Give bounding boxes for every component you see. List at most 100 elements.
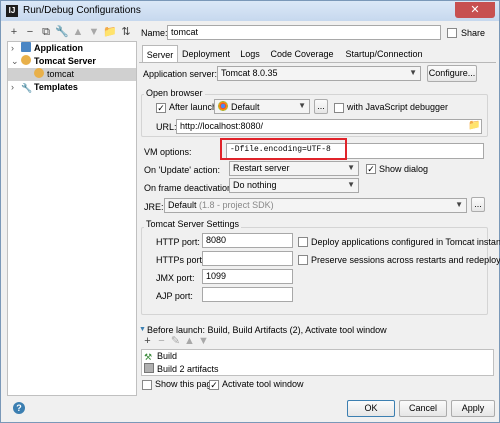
show-dialog-label: Show dialog [379,164,429,174]
tree-item-label: Application [34,43,83,53]
app-server-select[interactable]: Tomcat 8.0.35 ▼ [217,66,421,81]
preserve-sessions-label: Preserve sessions across restarts and re… [311,255,500,265]
jmx-port-label: JMX port: [156,273,195,283]
chevron-right-icon[interactable]: › [11,81,21,94]
apply-button[interactable]: Apply [451,400,495,417]
copy-config-button[interactable]: ⧉ [39,25,53,39]
tree-item-label: tomcat [47,69,75,79]
chevron-down-icon: ▼ [347,163,355,172]
url-input[interactable]: http://localhost:8080/ [176,119,482,134]
tomcat-settings-title: Tomcat Server Settings [144,219,242,229]
list-item-label: Build 2 artifacts [157,364,219,374]
show-page-checkbox[interactable] [142,380,152,390]
config-toolbar: + − ⧉ 🔧 ▲ ▼ 📁 ⇅ [7,25,133,39]
open-browser-title: Open browser [144,88,205,98]
after-launch-label: After launch [169,102,218,112]
tree-item-tomcat[interactable]: tomcat [8,68,136,81]
tomcat-icon [21,55,31,65]
chevron-down-icon[interactable]: ⌄ [11,55,21,68]
wrench-icon: 🔧 [21,83,33,93]
after-launch-checkbox[interactable]: ✓ [156,103,166,113]
triangle-down-icon[interactable]: ▼ [139,326,146,333]
chrome-icon [218,101,228,111]
jre-more-button[interactable]: ... [471,197,485,212]
move-down-button[interactable]: ▼ [87,25,101,39]
update-action-select[interactable]: Restart server ▼ [229,161,359,176]
https-port-input[interactable] [202,251,293,266]
window-title: Run/Debug Configurations [23,5,141,16]
list-item-build-artifacts[interactable]: Build 2 artifacts [144,363,219,374]
tab-logs[interactable]: Logs [236,45,264,63]
update-action-value: Restart server [233,163,290,173]
tree-item-templates[interactable]: › 🔧 Templates [11,81,78,94]
frame-deactivation-label: On frame deactivation: [144,183,235,193]
tree-item-label: Tomcat Server [34,56,96,66]
app-server-value: Tomcat 8.0.35 [221,68,278,78]
jre-value: Default [168,200,197,210]
move-task-down-button[interactable]: ▼ [198,336,209,347]
edit-task-button[interactable]: ✎ [170,336,181,347]
list-item-label: Build [157,351,178,361]
app-server-label: Application server: [143,69,218,79]
tab-code-coverage[interactable]: Code Coverage [269,45,335,63]
cancel-button[interactable]: Cancel [399,400,447,417]
remove-config-button[interactable]: − [23,25,37,39]
name-input[interactable]: tomcat [167,25,441,40]
hammer-icon: ⚒ [144,352,153,362]
ajp-port-label: AJP port: [156,291,193,301]
activate-tool-window-label: Activate tool window [222,379,304,389]
folder-icon[interactable]: 📁 [103,25,117,39]
js-debugger-label: with JavaScript debugger [347,102,449,112]
help-icon[interactable]: ? [13,402,25,414]
wrench-icon[interactable]: 🔧 [55,25,69,39]
frame-deactivation-select[interactable]: Do nothing ▼ [229,178,359,193]
chevron-right-icon[interactable]: › [11,42,21,55]
move-up-button[interactable]: ▲ [71,25,85,39]
ajp-port-input[interactable] [202,287,293,302]
browser-more-button[interactable]: ... [314,99,328,114]
js-debugger-checkbox[interactable] [334,103,344,113]
jre-hint: (1.8 - project SDK) [199,200,274,210]
chevron-down-icon: ▼ [347,180,355,189]
tomcat-icon [34,68,44,78]
ok-button[interactable]: OK [347,400,395,417]
tree-item-tomcat-server[interactable]: ⌄ Tomcat Server [11,55,96,68]
tab-startup-connection[interactable]: Startup/Connection [339,45,429,63]
chevron-down-icon: ▼ [298,101,306,110]
deploy-apps-checkbox[interactable] [298,237,308,247]
jmx-port-input[interactable]: 1099 [202,269,293,284]
activate-tool-window-checkbox[interactable]: ✓ [209,380,219,390]
preserve-sessions-checkbox[interactable] [298,255,308,265]
remove-task-button[interactable]: − [156,336,167,347]
deploy-apps-label: Deploy applications configured in Tomcat… [311,237,500,247]
folder-icon[interactable]: 📁 [468,120,480,131]
add-task-button[interactable]: + [142,336,153,347]
run-debug-dialog: IJ Run/Debug Configurations ✕ + − ⧉ 🔧 ▲ … [0,0,500,423]
jre-select[interactable]: Default (1.8 - project SDK) ▼ [164,198,467,213]
show-dialog-checkbox[interactable]: ✓ [366,164,376,174]
config-tree: › Application ⌄ Tomcat Server tomcat › 🔧 Tem… [7,41,137,396]
http-port-input[interactable]: 8080 [202,233,293,248]
move-task-up-button[interactable]: ▲ [184,336,195,347]
chevron-down-icon: ▼ [409,68,417,77]
share-checkbox[interactable] [447,28,457,38]
update-action-label: On 'Update' action: [144,165,220,175]
configure-button[interactable]: Configure... [427,65,477,82]
tree-item-application[interactable]: › Application [11,42,83,55]
tab-server[interactable]: Server [142,45,178,63]
sort-button[interactable]: ⇅ [119,25,133,39]
before-launch-toolbar: + − ✎ ▲ ▼ [142,336,209,347]
url-label: URL: [156,122,177,132]
close-window-button[interactable]: ✕ [455,2,495,18]
show-page-label: Show this page [155,379,217,389]
browser-value: Default [231,102,260,112]
tab-deployment[interactable]: Deployment [182,45,230,63]
add-config-button[interactable]: + [7,25,21,39]
list-item-build[interactable]: ⚒ Build [144,351,177,362]
jre-label: JRE: [144,202,164,212]
tree-item-label: Templates [34,82,78,92]
before-launch-list: ⚒ Build Build 2 artifacts [141,349,494,376]
artifact-icon [144,363,154,373]
browser-select[interactable]: Default ▼ [214,99,310,114]
https-port-label: HTTPs port: [156,255,205,265]
